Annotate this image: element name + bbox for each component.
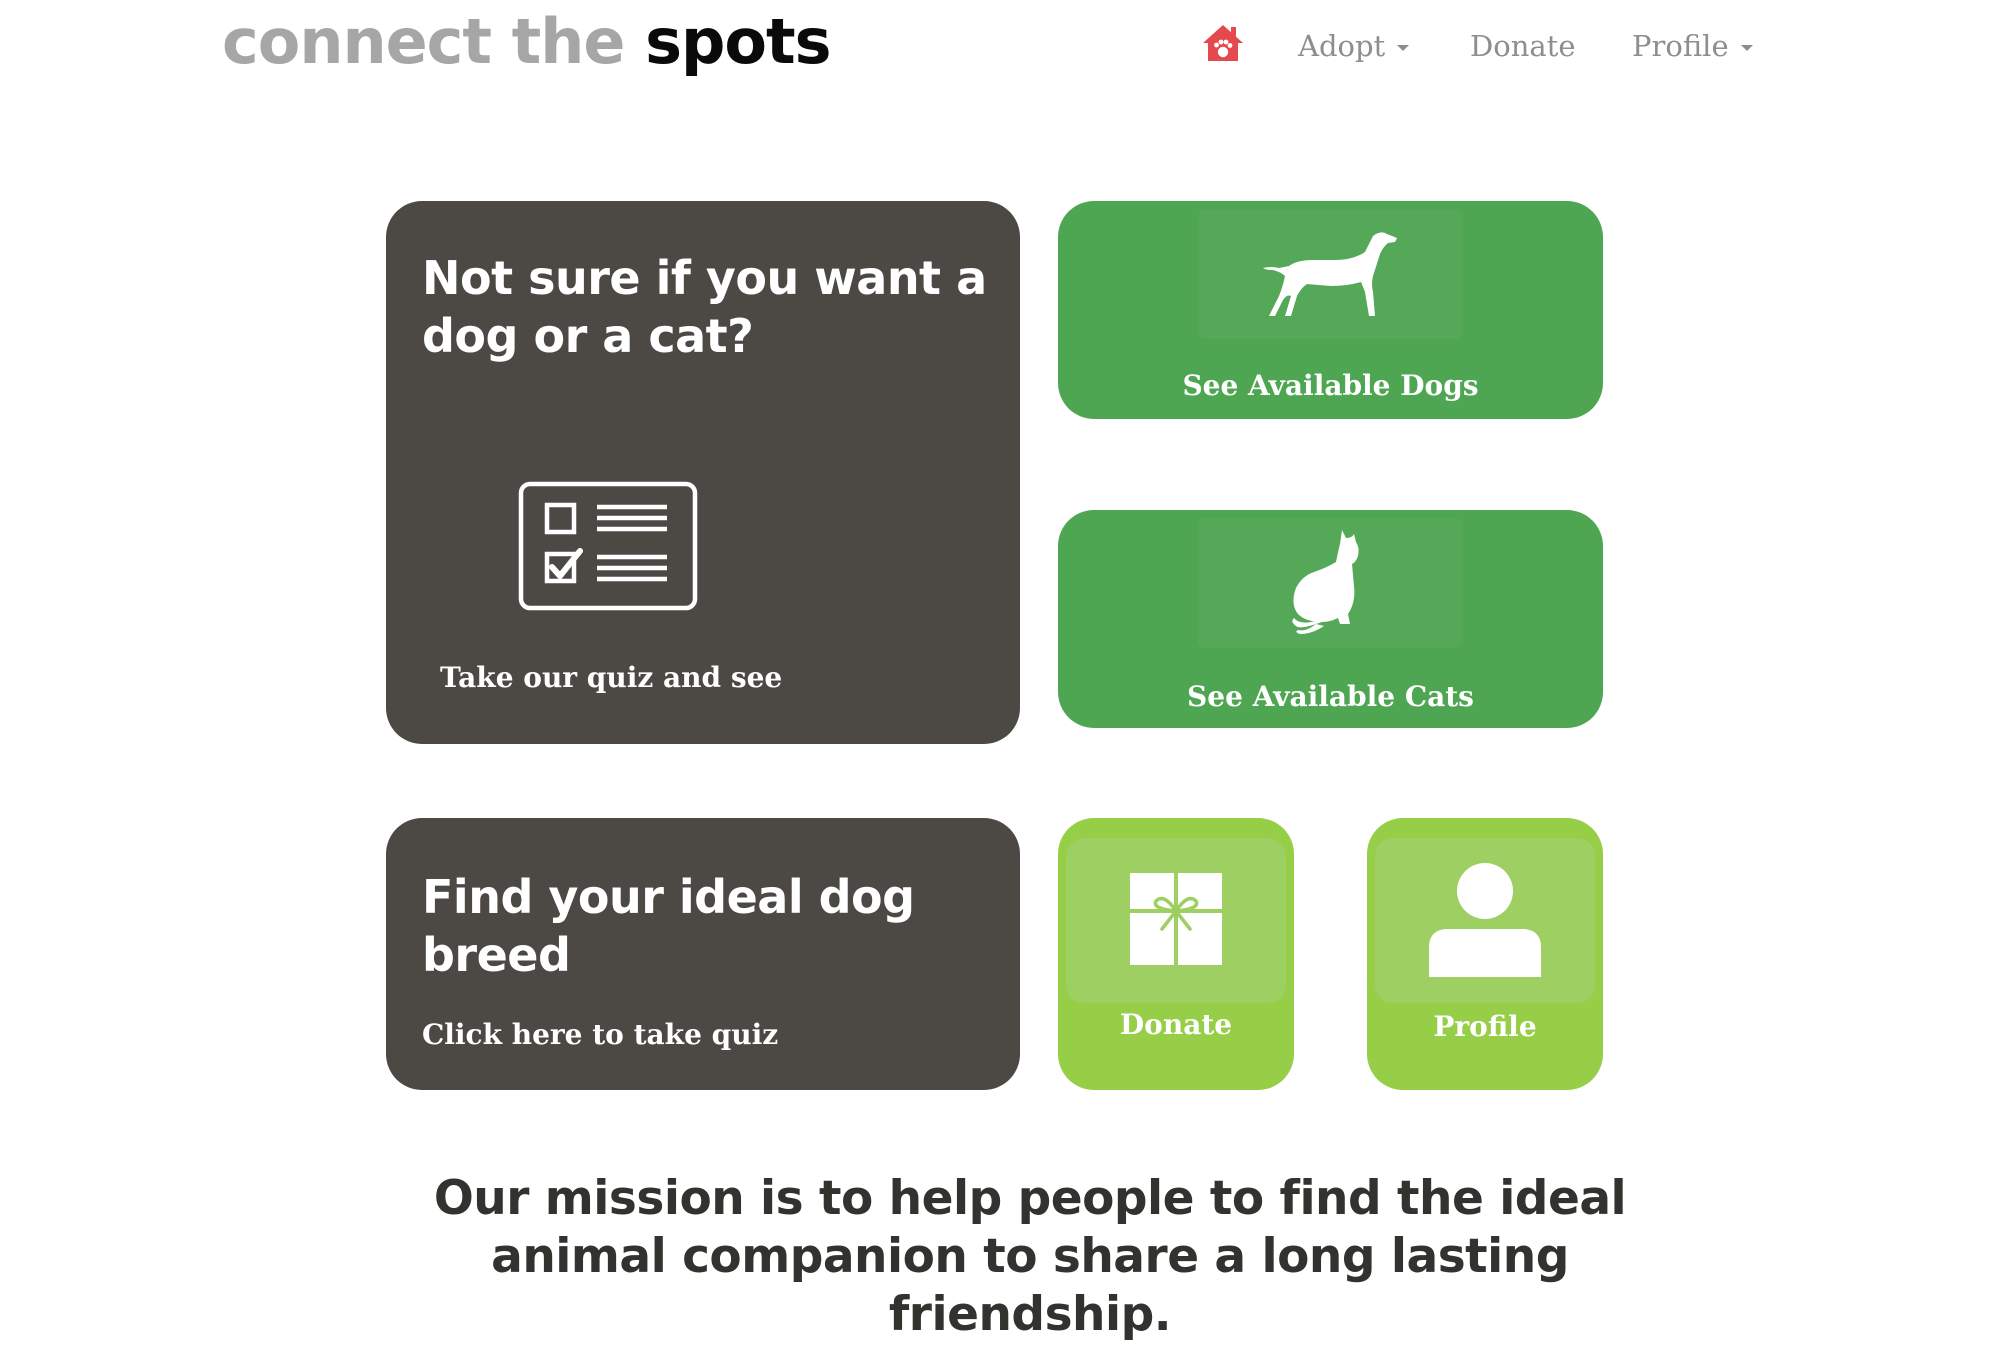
caret-down-icon xyxy=(1740,45,1753,51)
nav-profile-label: Profile xyxy=(1632,29,1729,63)
donate-tile-label: Donate xyxy=(1119,1008,1233,1041)
brand-dark-text: spots xyxy=(645,5,831,78)
gift-icon xyxy=(1128,871,1224,971)
available-cats-tile[interactable]: See Available Cats xyxy=(1058,510,1603,728)
profile-tile-label: Profile xyxy=(1433,1010,1537,1043)
brand-light-text: connect the xyxy=(222,5,625,78)
dog-icon xyxy=(1261,224,1401,324)
nav-profile-dropdown[interactable]: Profile xyxy=(1632,18,1753,74)
cat-icon xyxy=(1286,526,1376,640)
breed-tile-heading: Find your ideal dog breed xyxy=(422,870,915,982)
home-paw-icon xyxy=(1201,23,1245,70)
nav-home-link[interactable] xyxy=(1198,18,1248,74)
profile-icon-panel xyxy=(1375,838,1595,1003)
nav-adopt-dropdown[interactable]: Adopt xyxy=(1298,18,1410,74)
profile-tile[interactable]: Profile xyxy=(1367,818,1603,1090)
caret-down-icon xyxy=(1397,45,1410,51)
donate-icon-panel xyxy=(1066,838,1286,1003)
person-icon xyxy=(1427,861,1543,981)
dogs-icon-panel xyxy=(1198,209,1463,339)
nav-donate-label: Donate xyxy=(1470,29,1576,63)
pet-quiz-tile[interactable]: Not sure if you want a dog or a cat? Tak… xyxy=(386,201,1020,744)
cats-tile-label: See Available Cats xyxy=(1187,680,1474,713)
dog-breed-quiz-tile[interactable]: Find your ideal dog breed Click here to … xyxy=(386,818,1020,1090)
quiz-tile-subtext: Take our quiz and see xyxy=(440,661,783,694)
dogs-tile-label: See Available Dogs xyxy=(1182,369,1479,402)
checklist-icon xyxy=(518,481,698,615)
breed-tile-subtext: Click here to take quiz xyxy=(422,1018,779,1051)
quiz-tile-heading: Not sure if you want a dog or a cat? xyxy=(422,251,987,363)
cats-icon-panel xyxy=(1198,518,1463,648)
mission-statement: Our mission is to help people to find th… xyxy=(433,1171,1627,1342)
nav-adopt-label: Adopt xyxy=(1298,29,1386,63)
brand-logo[interactable]: connect the spots xyxy=(222,0,832,90)
available-dogs-tile[interactable]: See Available Dogs xyxy=(1058,201,1603,419)
donate-tile[interactable]: Donate xyxy=(1058,818,1294,1090)
nav-donate-link[interactable]: Donate xyxy=(1470,18,1576,74)
